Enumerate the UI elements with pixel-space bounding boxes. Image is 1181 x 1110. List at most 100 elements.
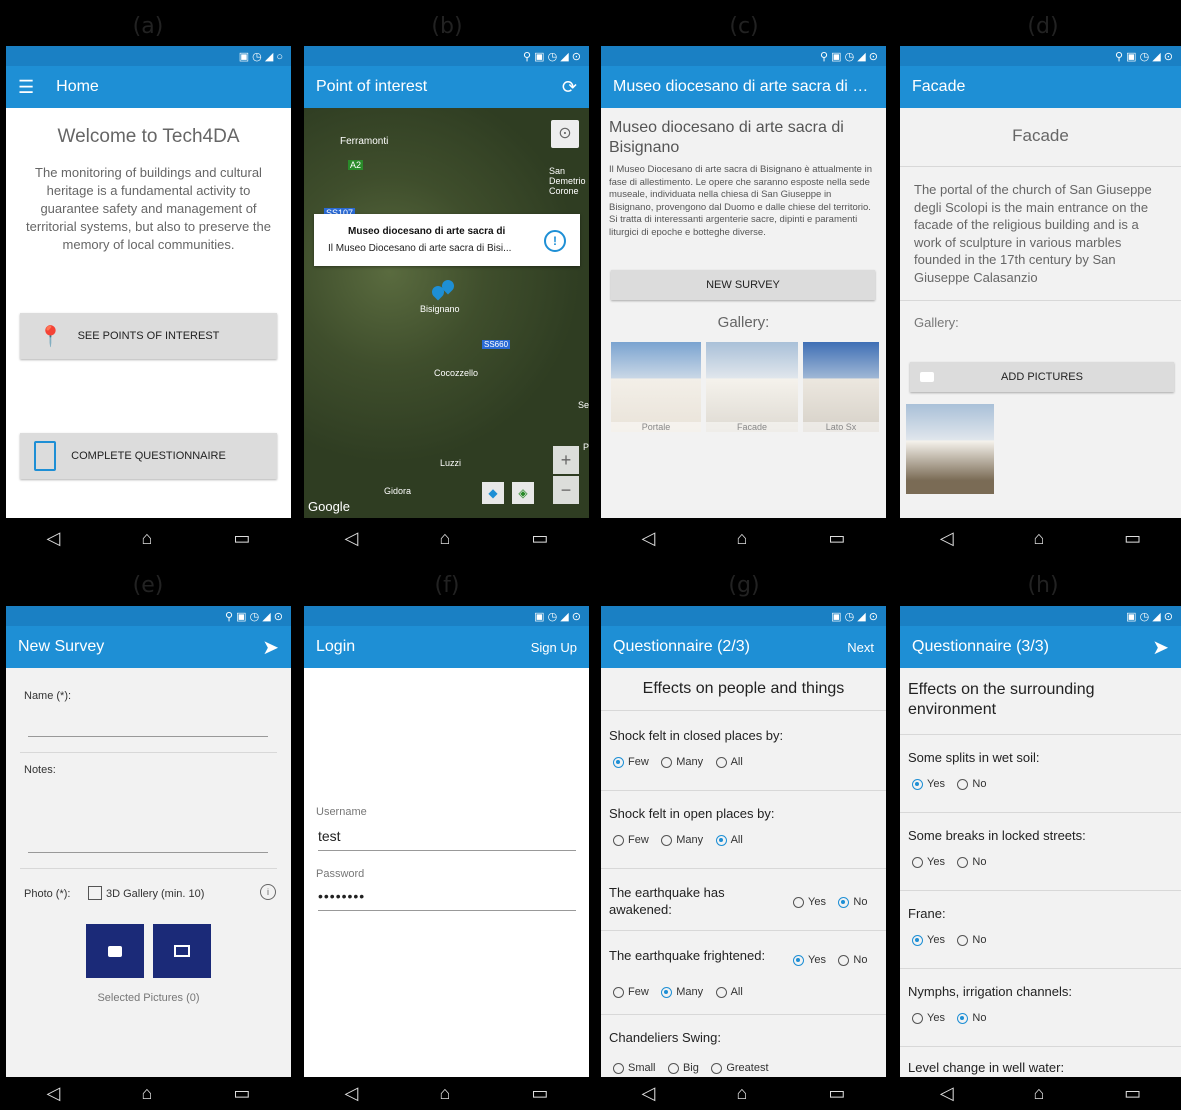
radio-button[interactable]: [793, 954, 804, 966]
radio-button[interactable]: [661, 756, 673, 768]
home-icon[interactable]: ⌂: [439, 1083, 450, 1104]
radio-button[interactable]: [957, 778, 969, 790]
recent-apps-icon[interactable]: ▭: [1124, 528, 1141, 549]
zoom-out-button[interactable]: −: [553, 476, 579, 504]
radio-greatest[interactable]: Greatest: [711, 1062, 769, 1074]
radio-no[interactable]: No: [957, 934, 986, 946]
home-icon[interactable]: ⌂: [141, 528, 152, 549]
recent-apps-icon[interactable]: ▭: [233, 1083, 250, 1104]
radio-no[interactable]: No: [957, 1012, 986, 1024]
name-field[interactable]: [28, 722, 268, 737]
next-link[interactable]: Next: [847, 640, 874, 655]
radio-button[interactable]: [613, 1062, 624, 1074]
recent-apps-icon[interactable]: ▭: [828, 528, 845, 549]
radio-yes[interactable]: Yes: [912, 778, 945, 790]
radio-many[interactable]: Many: [661, 756, 703, 768]
radio-yes[interactable]: Yes: [912, 1012, 945, 1024]
back-icon[interactable]: ◁: [940, 1083, 954, 1104]
radio-button[interactable]: [613, 756, 624, 768]
menu-icon[interactable]: ☰: [18, 77, 34, 98]
radio-no[interactable]: No: [838, 954, 867, 966]
back-icon[interactable]: ◁: [345, 1083, 359, 1104]
password-field[interactable]: ••••••••: [318, 888, 576, 911]
radio-yes[interactable]: Yes: [793, 896, 826, 908]
recent-apps-icon[interactable]: ▭: [531, 1083, 548, 1104]
map-info-popup[interactable]: Museo diocesano di arte sacra di Il Muse…: [314, 214, 580, 266]
radio-button[interactable]: [957, 1012, 969, 1024]
open-in-maps-icon[interactable]: ◈: [512, 482, 534, 504]
home-icon[interactable]: ⌂: [736, 1083, 747, 1104]
radio-button[interactable]: [613, 834, 624, 846]
send-icon[interactable]: ➤: [1152, 635, 1169, 660]
complete-questionnaire-button[interactable]: COMPLETE QUESTIONNAIRE: [20, 433, 277, 479]
radio-button[interactable]: [838, 896, 850, 908]
radio-yes[interactable]: Yes: [912, 934, 945, 946]
radio-no[interactable]: No: [957, 856, 986, 868]
radio-button[interactable]: [838, 954, 850, 966]
radio-all[interactable]: All: [715, 756, 743, 768]
radio-big[interactable]: Big: [667, 1062, 699, 1074]
home-icon[interactable]: ⌂: [439, 528, 450, 549]
recent-apps-icon[interactable]: ▭: [531, 528, 548, 549]
radio-button[interactable]: [667, 1062, 679, 1074]
radio-small[interactable]: Small: [613, 1062, 656, 1074]
radio-button[interactable]: [912, 1012, 923, 1024]
gallery-button[interactable]: [153, 924, 211, 978]
send-icon[interactable]: ➤: [262, 635, 279, 660]
refresh-icon[interactable]: ⟳: [562, 77, 577, 98]
radio-button[interactable]: [912, 778, 923, 790]
home-icon[interactable]: ⌂: [1033, 528, 1044, 549]
new-survey-button[interactable]: NEW SURVEY: [611, 270, 875, 300]
radio-few[interactable]: Few: [613, 756, 649, 768]
radio-many[interactable]: Many: [661, 834, 703, 846]
radio-button[interactable]: [912, 856, 923, 868]
radio-button[interactable]: [715, 834, 727, 846]
back-icon[interactable]: ◁: [47, 1083, 61, 1104]
camera-button[interactable]: [86, 924, 144, 978]
radio-button[interactable]: [957, 856, 969, 868]
home-icon[interactable]: ⌂: [141, 1083, 152, 1104]
map-view[interactable]: ⊙ Ferramonti A2 SS107 San Demetrio Coron…: [304, 108, 589, 518]
info-icon[interactable]: i: [260, 884, 276, 900]
radio-button[interactable]: [912, 934, 923, 946]
radio-all[interactable]: All: [715, 986, 743, 998]
radio-few[interactable]: Few: [613, 986, 649, 998]
gallery-thumb[interactable]: Lato Sx: [803, 342, 879, 432]
radio-button[interactable]: [957, 934, 969, 946]
sign-up-link[interactable]: Sign Up: [531, 640, 577, 655]
recent-apps-icon[interactable]: ▭: [828, 1083, 845, 1104]
radio-button[interactable]: [793, 896, 804, 908]
radio-yes[interactable]: Yes: [912, 856, 945, 868]
radio-yes[interactable]: Yes: [793, 954, 826, 966]
gallery-thumb[interactable]: Facade: [706, 342, 798, 432]
radio-button[interactable]: [613, 986, 624, 998]
username-field[interactable]: test: [318, 828, 576, 851]
radio-button[interactable]: [661, 986, 673, 998]
picture-thumb[interactable]: [906, 404, 994, 494]
radio-many[interactable]: Many: [661, 986, 703, 998]
see-points-of-interest-button[interactable]: 📍 SEE POINTS OF INTEREST: [20, 313, 277, 359]
radio-button[interactable]: [715, 756, 727, 768]
home-icon[interactable]: ⌂: [736, 528, 747, 549]
recent-apps-icon[interactable]: ▭: [1124, 1083, 1141, 1104]
radio-button[interactable]: [711, 1062, 723, 1074]
zoom-in-button[interactable]: +: [553, 446, 579, 474]
back-icon[interactable]: ◁: [47, 528, 61, 549]
3d-gallery-checkbox[interactable]: [88, 886, 102, 900]
directions-icon[interactable]: ◆: [482, 482, 504, 504]
locate-button[interactable]: ⊙: [551, 120, 579, 148]
radio-button[interactable]: [715, 986, 727, 998]
home-icon[interactable]: ⌂: [1033, 1083, 1044, 1104]
back-icon[interactable]: ◁: [345, 528, 359, 549]
back-icon[interactable]: ◁: [642, 1083, 656, 1104]
radio-all[interactable]: All: [715, 834, 743, 846]
back-icon[interactable]: ◁: [642, 528, 656, 549]
add-pictures-button[interactable]: ADD PICTURES: [910, 362, 1174, 392]
radio-button[interactable]: [661, 834, 673, 846]
notes-field[interactable]: [28, 788, 268, 853]
radio-no[interactable]: No: [957, 778, 986, 790]
back-icon[interactable]: ◁: [940, 528, 954, 549]
recent-apps-icon[interactable]: ▭: [233, 528, 250, 549]
radio-few[interactable]: Few: [613, 834, 649, 846]
gallery-thumb[interactable]: Portale: [611, 342, 701, 432]
